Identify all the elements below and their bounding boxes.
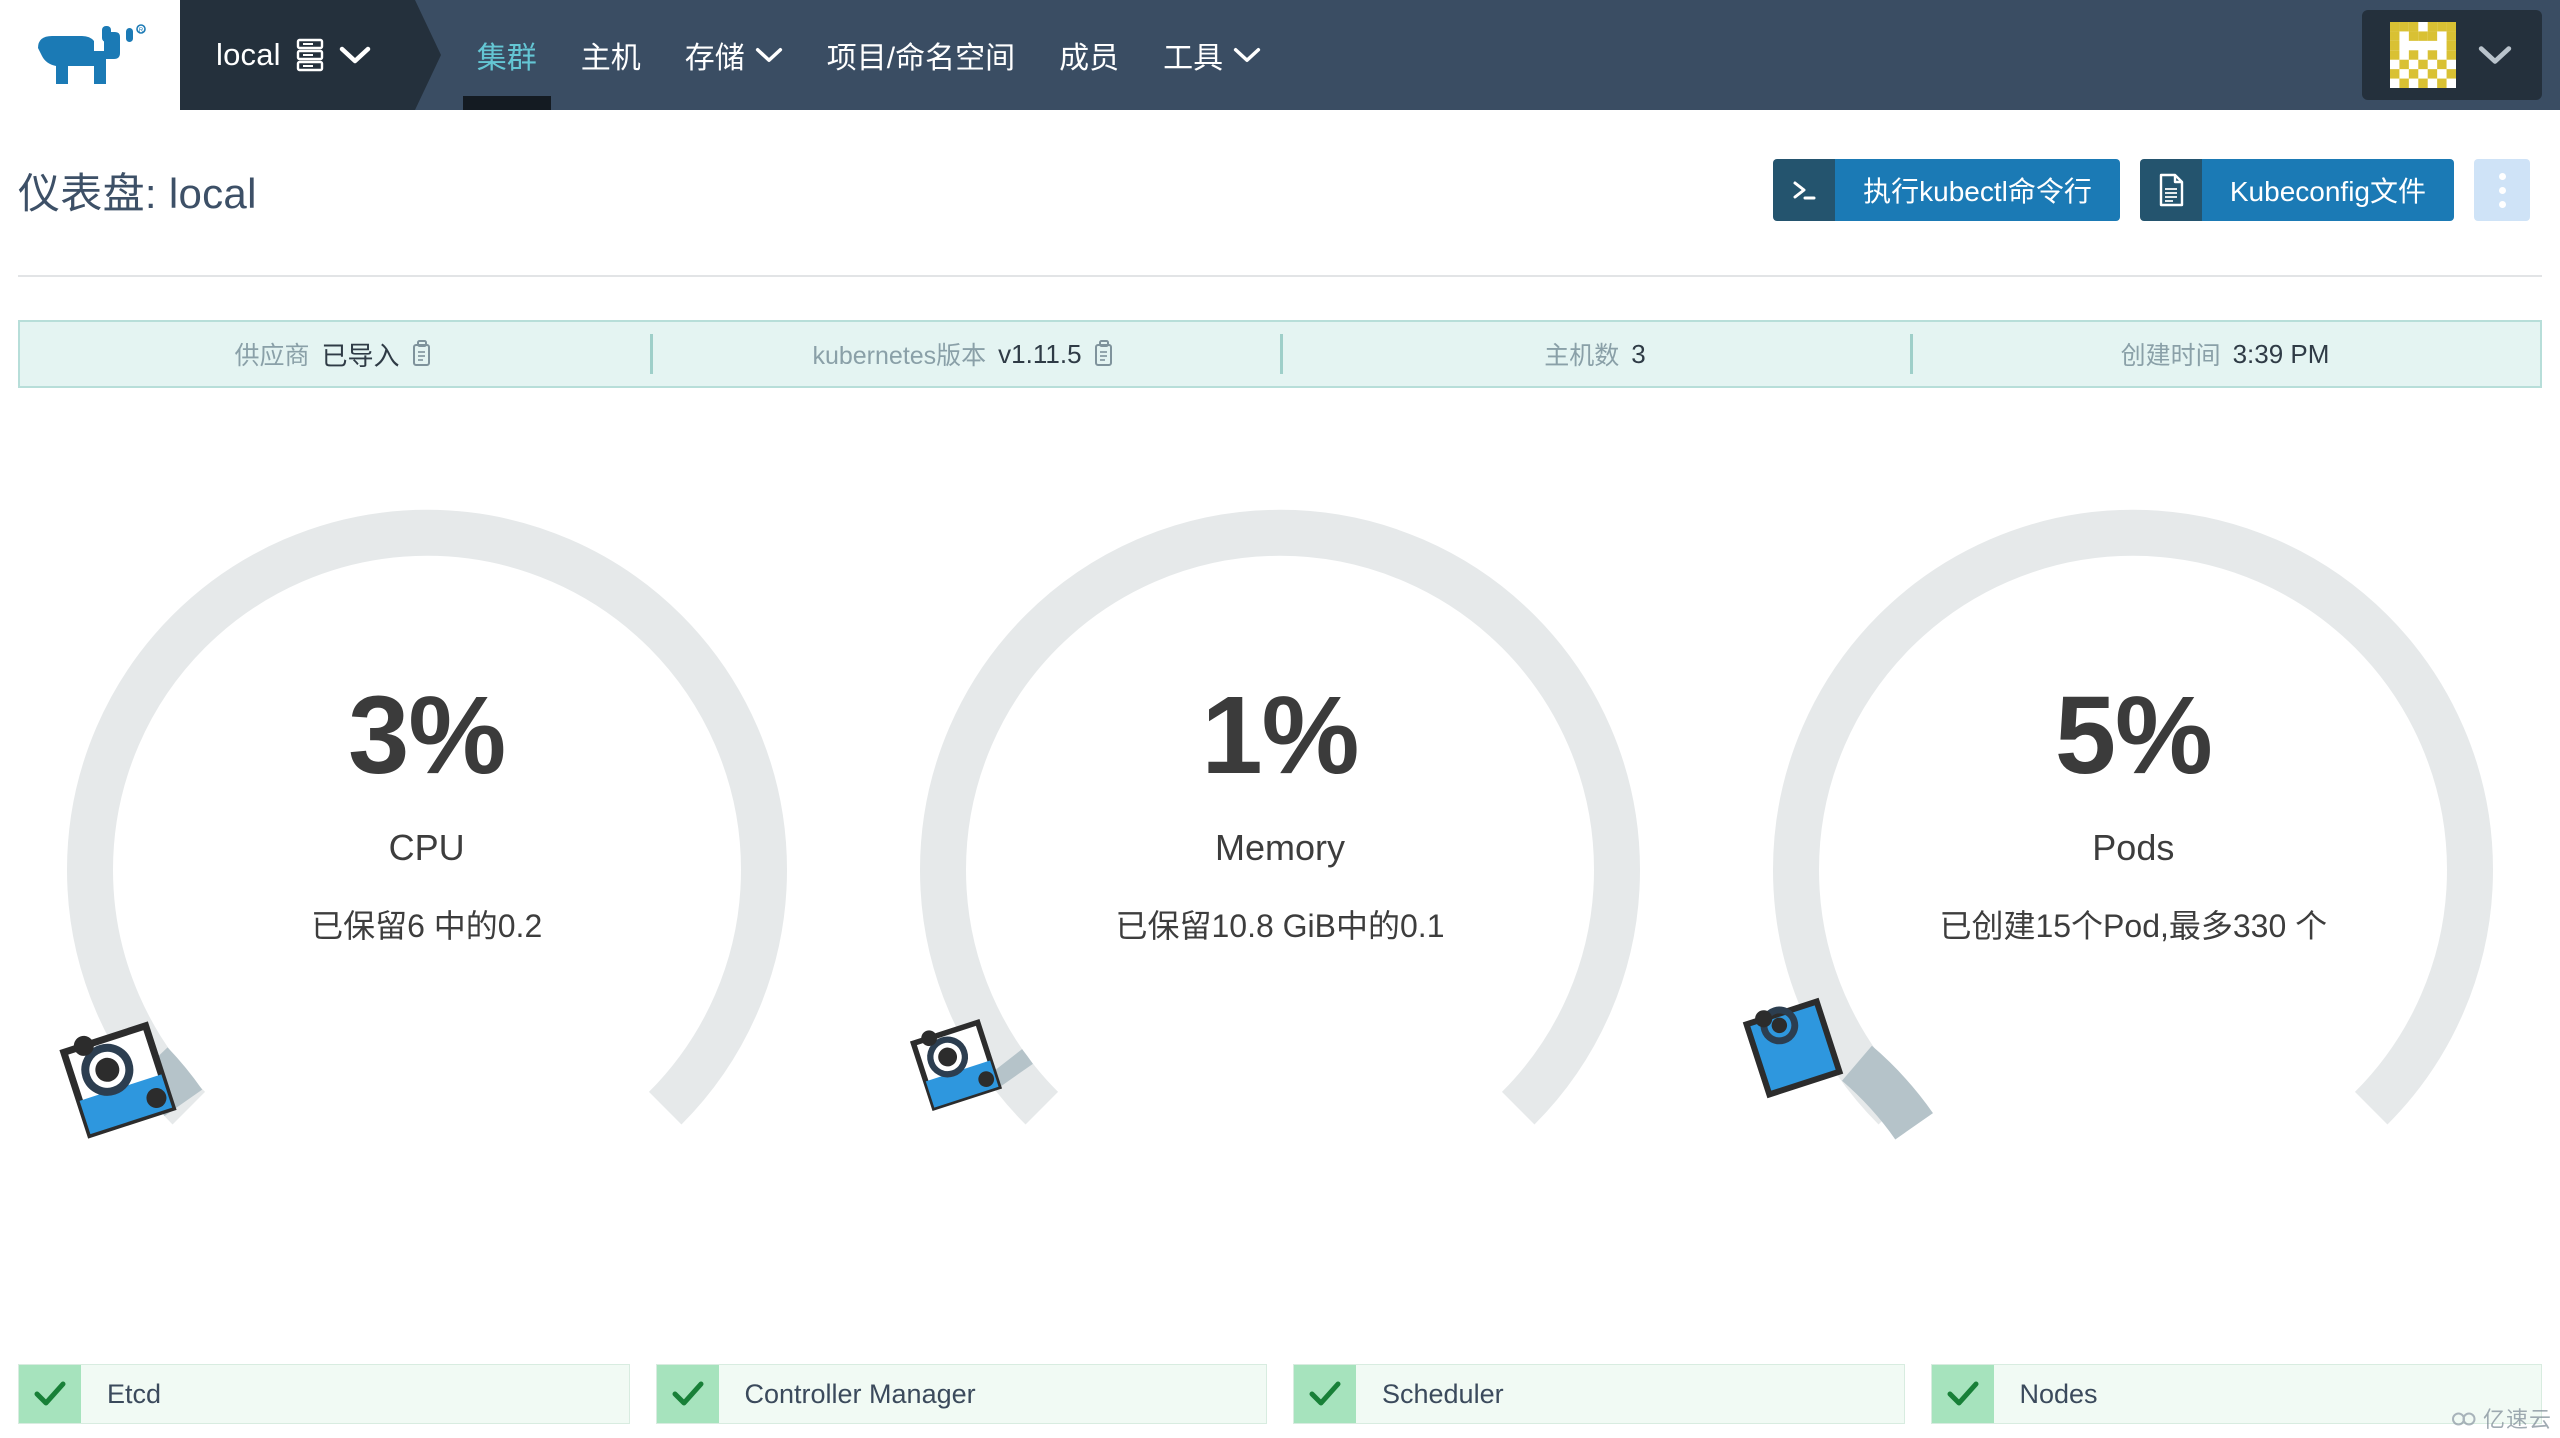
component-status-row: Etcd Controller Manager Scheduler Nodes <box>18 1364 2542 1424</box>
top-navbar: R local 集群 主机 存储 项目/命名空间 成员 工具 <box>0 0 2560 110</box>
status-card-controller-manager[interactable]: Controller Manager <box>655 1364 1267 1424</box>
gauge-pods: 5% Pods 已创建15个Pod,最多330 个 <box>1707 420 2560 1320</box>
watermark: 亿速云 <box>2451 1402 2552 1434</box>
kebab-dot <box>2498 200 2506 208</box>
info-node-count: 主机数 3 <box>1280 322 1910 386</box>
nav-item-members[interactable]: 成员 <box>1037 0 1141 110</box>
nav-item-storage[interactable]: 存储 <box>663 0 805 110</box>
nav-item-projects-namespaces[interactable]: 项目/命名空间 <box>805 0 1037 110</box>
resource-gauges: 3% CPU 已保留6 中的0.2 1% Memory 已保留10.8 GiB中… <box>0 420 2560 1320</box>
cluster-selector-arrow <box>414 0 441 110</box>
nav-item-label: 主机 <box>580 42 641 75</box>
nav-item-label: 项目/命名空间 <box>826 42 1016 75</box>
gauge-pods-arc <box>1773 509 2494 1140</box>
nav-item-label: 成员 <box>1059 42 1120 75</box>
gauge-memory-arc <box>920 509 1640 1125</box>
nav-menu: 集群 主机 存储 项目/命名空间 成员 工具 <box>415 0 2560 110</box>
status-card-scheduler[interactable]: Scheduler <box>1293 1364 1905 1424</box>
gauge-cpu: 3% CPU 已保留6 中的0.2 <box>0 420 853 1320</box>
user-avatar-identicon <box>2390 22 2456 88</box>
svg-text:R: R <box>139 28 144 34</box>
gauge-cpu-arc <box>66 509 787 1125</box>
server-icon <box>296 38 323 72</box>
launch-kubectl-label: 执行kubectl命令行 <box>1835 159 2120 221</box>
terminal-icon <box>1773 159 1836 221</box>
watermark-text: 亿速云 <box>2482 1407 2552 1432</box>
copy-icon[interactable] <box>1094 340 1118 368</box>
info-key: kubernetes版本 <box>812 342 987 370</box>
info-value: 3:39 PM <box>2232 338 2330 369</box>
check-icon <box>656 1365 719 1423</box>
kubeconfig-file-button[interactable]: Kubeconfig文件 <box>2139 159 2454 221</box>
info-key: 供应商 <box>234 342 310 370</box>
info-created-time: 创建时间 3:39 PM <box>1910 322 2540 386</box>
nav-item-label: 集群 <box>476 42 537 75</box>
page-header: 仪表盘: local 执行kubectl命令行 Kubeconfig文件 <box>0 110 2560 295</box>
chevron-down-icon <box>755 48 782 62</box>
status-card-label: Scheduler <box>1382 1378 1504 1409</box>
nav-item-clusters[interactable]: 集群 <box>455 0 559 110</box>
info-key: 创建时间 <box>2120 342 2221 370</box>
cluster-name: local <box>216 37 281 72</box>
cloud-icon <box>2451 1412 2476 1426</box>
cluster-info-banner: 供应商 已导入 kubernetes版本 v1.11.5 主机数 3 创建时间 … <box>18 320 2542 388</box>
check-icon <box>1294 1365 1356 1423</box>
copy-icon[interactable] <box>412 340 436 368</box>
logo-zone[interactable]: R <box>0 0 180 110</box>
header-divider <box>18 275 2542 277</box>
nav-item-label: 存储 <box>684 42 745 75</box>
info-value: 已导入 <box>321 340 400 371</box>
kebab-dot <box>2498 186 2506 194</box>
nav-item-label: 工具 <box>1163 42 1224 75</box>
file-document-icon <box>2139 159 2202 221</box>
info-value: v1.11.5 <box>998 338 1082 369</box>
gauge-memory: 1% Memory 已保留10.8 GiB中的0.1 <box>853 420 1706 1320</box>
kebab-menu-icon[interactable] <box>2474 159 2530 221</box>
info-kubernetes-version: kubernetes版本 v1.11.5 <box>650 322 1280 386</box>
user-menu[interactable] <box>2362 10 2542 100</box>
chevron-down-icon <box>2478 46 2512 64</box>
chevron-down-icon <box>339 46 371 64</box>
check-icon <box>19 1365 81 1423</box>
check-icon <box>1931 1365 1994 1423</box>
cluster-selector[interactable]: local <box>180 0 441 110</box>
kebab-dot <box>2498 172 2506 180</box>
nav-strip: local 集群 主机 存储 项目/命名空间 成员 工具 <box>180 0 2560 110</box>
launch-kubectl-button[interactable]: 执行kubectl命令行 <box>1773 159 2120 221</box>
status-card-etcd[interactable]: Etcd <box>18 1364 630 1424</box>
info-key: 主机数 <box>1544 342 1620 370</box>
status-card-label: Controller Manager <box>744 1378 976 1409</box>
info-provider: 供应商 已导入 <box>20 322 650 386</box>
rancher-cow-logo: R <box>38 24 146 84</box>
kubeconfig-file-label: Kubeconfig文件 <box>2201 159 2454 221</box>
status-card-label: Nodes <box>2019 1378 2098 1409</box>
nav-item-hosts[interactable]: 主机 <box>559 0 663 110</box>
header-actions: 执行kubectl命令行 Kubeconfig文件 <box>1773 159 2530 221</box>
chevron-down-icon <box>1233 48 1261 62</box>
nav-item-tools[interactable]: 工具 <box>1141 0 1283 110</box>
page-title: 仪表盘: local <box>18 169 257 217</box>
status-card-label: Etcd <box>107 1378 162 1409</box>
info-value: 3 <box>1631 338 1646 369</box>
